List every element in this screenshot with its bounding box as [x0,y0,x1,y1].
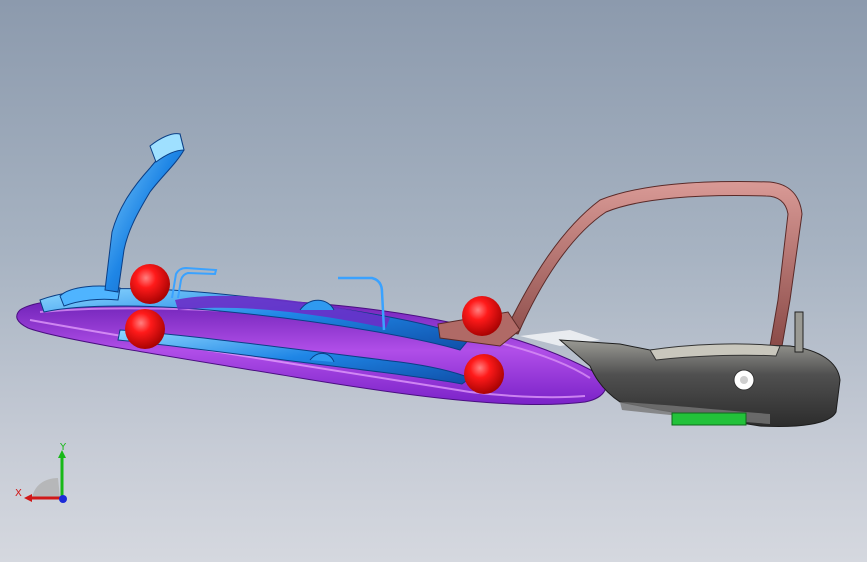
marker-sphere[interactable] [464,354,504,394]
clamp-base[interactable] [558,311,841,427]
cad-model[interactable] [0,0,867,562]
y-axis-label: Y [59,442,67,453]
green-pad[interactable] [671,412,747,426]
marker-sphere[interactable] [462,296,502,336]
marker-sphere[interactable] [125,309,165,349]
marker-sphere[interactable] [130,264,170,304]
coordinate-triad-icon: Y X [15,442,67,503]
z-axis-icon [59,495,67,503]
x-axis-label: X [15,488,22,499]
graphics-viewport[interactable]: Y X [0,0,867,562]
